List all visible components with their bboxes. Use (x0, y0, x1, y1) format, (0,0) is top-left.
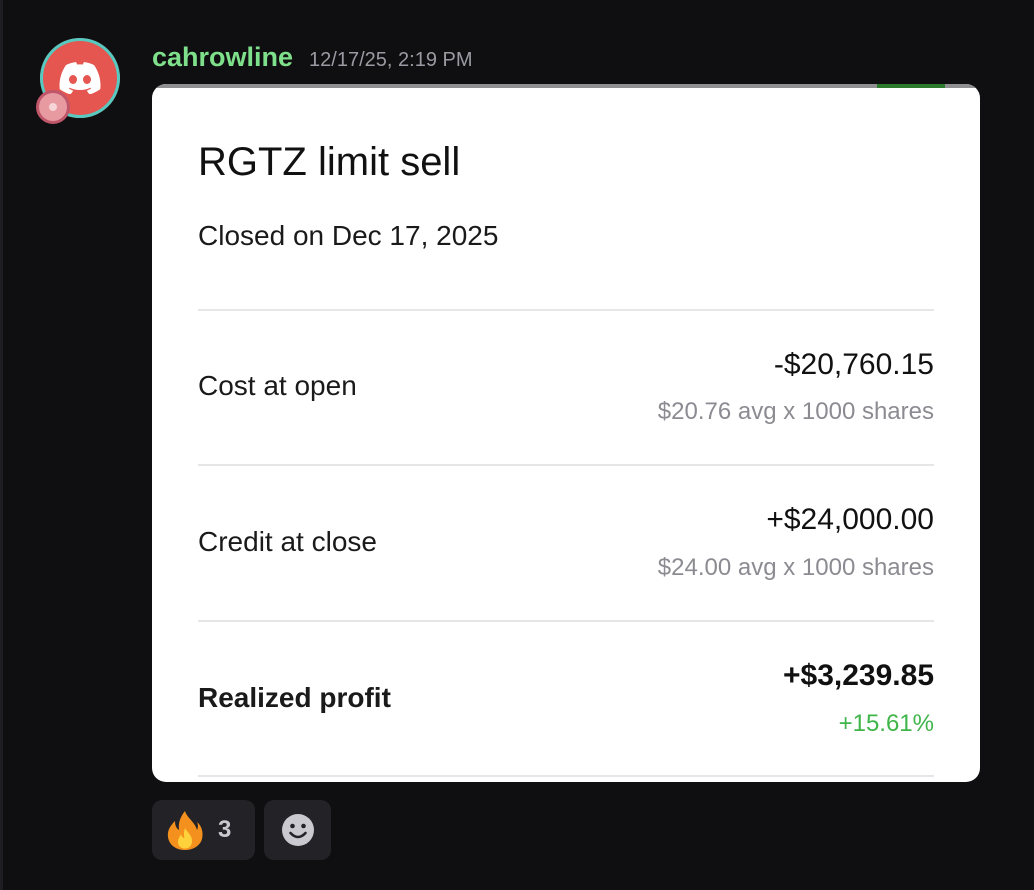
realized-profit-value: +$3,239.85 (783, 659, 934, 692)
card-title: RGTZ limit sell (198, 140, 461, 184)
reaction-bar: 3 (152, 800, 331, 860)
message-header: cahrowline 12/17/25, 2:19 PM (152, 42, 473, 73)
realized-profit-label: Realized profit (198, 682, 391, 713)
card-subtitle: Closed on Dec 17, 2025 (198, 220, 499, 251)
realized-profit-percent: +15.61% (838, 710, 934, 737)
add-reaction-button[interactable] (264, 800, 331, 860)
fire-icon (167, 811, 203, 850)
divider (198, 309, 934, 311)
credit-at-close-label: Credit at close (198, 526, 377, 557)
user-avatar[interactable] (36, 38, 120, 124)
divider (198, 464, 934, 466)
cost-at-open-value: -$20,760.15 (773, 348, 934, 381)
fire-reaction-count: 3 (218, 816, 232, 843)
discord-logo-icon (59, 62, 101, 94)
cost-at-open-label: Cost at open (198, 370, 357, 401)
divider (198, 620, 934, 622)
credit-at-close-value: +$24,000.00 (766, 503, 934, 536)
message-timestamp[interactable]: 12/17/25, 2:19 PM (309, 49, 472, 72)
card-top-accent (877, 84, 945, 88)
username[interactable]: cahrowline (152, 42, 293, 73)
chat-view: cahrowline 12/17/25, 2:19 PM RGTZ limit … (0, 0, 1034, 890)
trade-summary-card[interactable]: RGTZ limit sell Closed on Dec 17, 2025 C… (152, 84, 980, 782)
card-top-bar (152, 84, 980, 88)
credit-at-close-detail: $24.00 avg x 1000 shares (657, 554, 934, 581)
donut-decoration-icon (36, 90, 70, 124)
cost-at-open-detail: $20.76 avg x 1000 shares (657, 398, 934, 425)
fire-reaction-button[interactable]: 3 (152, 800, 255, 860)
channel-divider (0, 0, 3, 890)
divider (198, 775, 934, 777)
add-reaction-icon (281, 814, 314, 846)
